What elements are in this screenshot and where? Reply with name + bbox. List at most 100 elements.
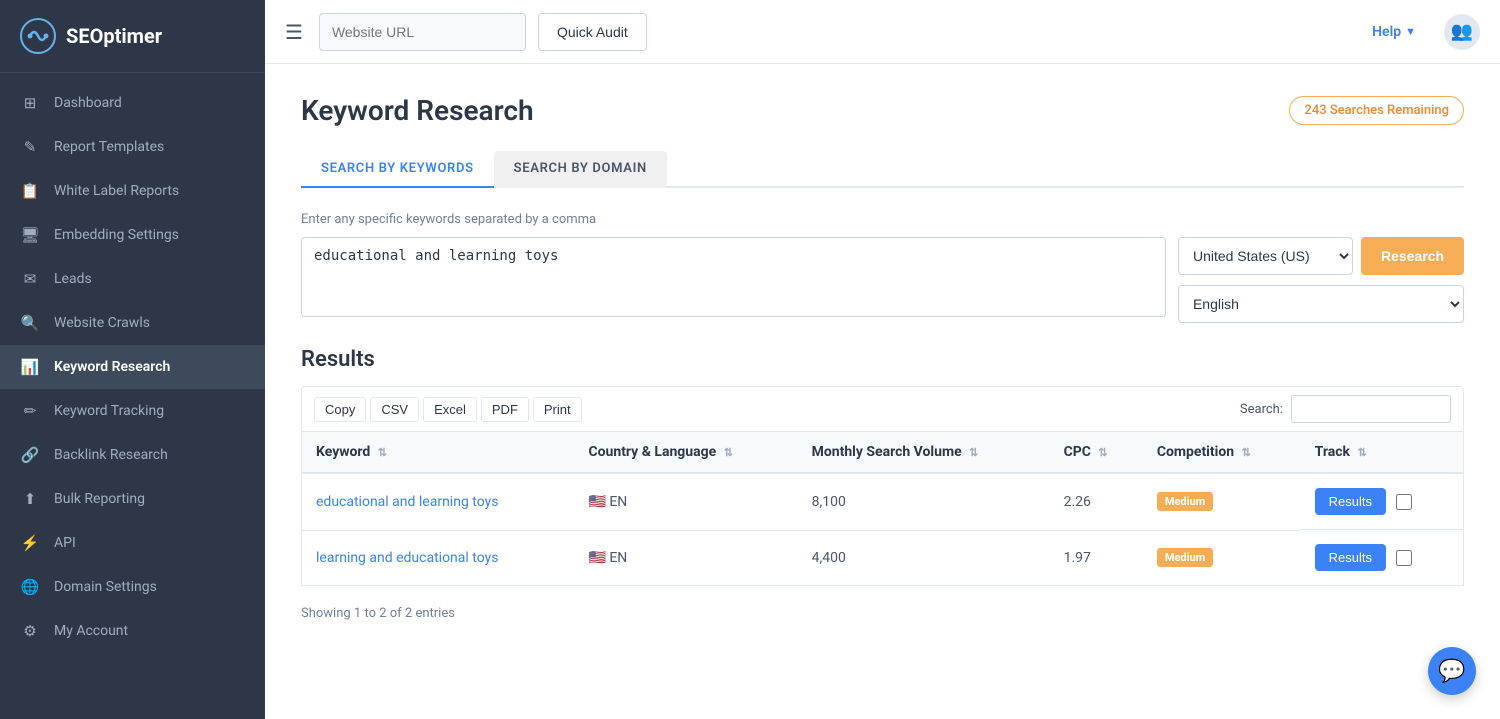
results-button-1[interactable]: Results: [1315, 544, 1386, 571]
csv-button[interactable]: CSV: [370, 397, 419, 422]
col-monthly-search-volume: Monthly Search Volume ⇅: [798, 432, 1050, 474]
sidebar-item-embedding[interactable]: 🖥 Embedding Settings: [0, 213, 265, 257]
excel-button[interactable]: Excel: [423, 397, 477, 422]
sidebar-item-report-templates[interactable]: ✎ Report Templates: [0, 125, 265, 169]
keyword-cell-1: learning and educational toys: [302, 530, 575, 586]
sidebar-item-label-website-crawls: Website Crawls: [54, 315, 150, 331]
results-title: Results: [301, 347, 1464, 372]
country-select[interactable]: United States (US) United Kingdom (UK) A…: [1178, 237, 1353, 275]
sidebar-logo[interactable]: SEOptimer: [0, 0, 265, 73]
results-table: Keyword ⇅ Country & Language ⇅ Monthly S…: [301, 431, 1464, 586]
my-account-icon: ⚙: [20, 621, 40, 641]
bulk-reporting-icon: ⬆: [20, 489, 40, 509]
quick-audit-button[interactable]: Quick Audit: [538, 13, 647, 51]
sidebar-item-leads[interactable]: ✉ Leads: [0, 257, 265, 301]
copy-button[interactable]: Copy: [314, 397, 366, 422]
print-button[interactable]: Print: [533, 397, 582, 422]
cpc-cell-0: 2.26: [1050, 473, 1143, 530]
website-crawls-icon: 🔍: [20, 313, 40, 333]
flag-0: 🇺🇸: [588, 494, 605, 510]
results-toolbar: Copy CSV Excel PDF Print Search:: [301, 386, 1464, 431]
leads-icon: ✉: [20, 269, 40, 289]
table-body: educational and learning toys 🇺🇸 EN 8,10…: [302, 473, 1464, 586]
track-checkbox-0[interactable]: [1396, 494, 1412, 510]
sort-icon-cpc[interactable]: ⇅: [1098, 446, 1107, 459]
sidebar-item-backlink-research[interactable]: 🔗 Backlink Research: [0, 433, 265, 477]
table-search-input[interactable]: [1291, 395, 1451, 423]
flag-1: 🇺🇸: [588, 550, 605, 566]
keywords-textarea[interactable]: [301, 237, 1166, 317]
main-area: ☰ Quick Audit Help ▼ 👥 Keyword Research …: [265, 0, 1500, 719]
avatar-icon: 👥: [1451, 21, 1473, 42]
table-row: learning and educational toys 🇺🇸 EN 4,40…: [302, 530, 1464, 586]
sidebar-item-white-label[interactable]: 📋 White Label Reports: [0, 169, 265, 213]
sidebar-item-label-report-templates: Report Templates: [54, 139, 164, 155]
sort-icon-track[interactable]: ⇅: [1357, 446, 1366, 459]
sidebar-item-api[interactable]: ⚡ API: [0, 521, 265, 565]
sidebar-item-label-keyword-tracking: Keyword Tracking: [54, 403, 164, 419]
track-cell-1: Results: [1301, 530, 1463, 585]
sidebar-item-domain-settings[interactable]: 🌐 Domain Settings: [0, 565, 265, 609]
keyword-research-icon: 📊: [20, 357, 40, 377]
table-header-row: Keyword ⇅ Country & Language ⇅ Monthly S…: [302, 432, 1464, 474]
sidebar-item-label-keyword-research: Keyword Research: [54, 359, 170, 375]
sort-icon-msv[interactable]: ⇅: [969, 446, 978, 459]
help-label: Help: [1372, 24, 1401, 40]
domain-settings-icon: 🌐: [20, 577, 40, 597]
showing-entries-text: Showing 1 to 2 of 2 entries: [301, 598, 1464, 629]
user-avatar[interactable]: 👥: [1444, 14, 1480, 50]
competition-cell-1: Medium: [1143, 530, 1301, 586]
language-select[interactable]: English Spanish French: [1178, 285, 1464, 323]
dashboard-icon: ⊞: [20, 93, 40, 113]
col-country-language: Country & Language ⇅: [574, 432, 797, 474]
help-menu[interactable]: Help ▼: [1372, 24, 1416, 40]
competition-cell-0: Medium: [1143, 473, 1301, 530]
sidebar-item-label-api: API: [54, 535, 76, 551]
search-instruction: Enter any specific keywords separated by…: [301, 212, 1464, 227]
results-button-0[interactable]: Results: [1315, 488, 1386, 515]
sidebar-item-label-bulk-reporting: Bulk Reporting: [54, 491, 145, 507]
sidebar: SEOptimer ⊞ Dashboard ✎ Report Templates…: [0, 0, 265, 719]
white-label-icon: 📋: [20, 181, 40, 201]
sidebar-item-label-white-label: White Label Reports: [54, 183, 179, 199]
sidebar-item-label-dashboard: Dashboard: [54, 95, 122, 111]
hamburger-menu[interactable]: ☰: [285, 20, 303, 44]
url-input[interactable]: [319, 13, 526, 51]
pdf-button[interactable]: PDF: [481, 397, 529, 422]
country-language-cell-1: 🇺🇸 EN: [574, 530, 797, 586]
track-checkbox-1[interactable]: [1396, 550, 1412, 566]
sidebar-navigation: ⊞ Dashboard ✎ Report Templates 📋 White L…: [0, 73, 265, 719]
sidebar-item-bulk-reporting[interactable]: ⬆ Bulk Reporting: [0, 477, 265, 521]
backlink-research-icon: 🔗: [20, 445, 40, 465]
sidebar-item-website-crawls[interactable]: 🔍 Website Crawls: [0, 301, 265, 345]
msv-cell-0: 8,100: [798, 473, 1050, 530]
logo-text: SEOptimer: [66, 24, 162, 48]
table-row: educational and learning toys 🇺🇸 EN 8,10…: [302, 473, 1464, 530]
col-competition: Competition ⇅: [1143, 432, 1301, 474]
chat-bubble[interactable]: 💬: [1428, 647, 1476, 695]
sort-icon-keyword[interactable]: ⇅: [378, 446, 387, 459]
competition-badge-0: Medium: [1157, 492, 1213, 511]
sidebar-item-keyword-research[interactable]: 📊 Keyword Research: [0, 345, 265, 389]
sidebar-item-label-backlink-research: Backlink Research: [54, 447, 168, 463]
report-templates-icon: ✎: [20, 137, 40, 157]
sidebar-item-label-my-account: My Account: [54, 623, 128, 639]
search-row: United States (US) United Kingdom (UK) A…: [301, 237, 1464, 323]
msv-cell-1: 4,400: [798, 530, 1050, 586]
tab-by-keywords[interactable]: SEARCH BY KEYWORDS: [301, 151, 494, 188]
research-button[interactable]: Research: [1361, 237, 1464, 275]
table-search: Search:: [1240, 395, 1451, 423]
tab-by-domain[interactable]: SEARCH BY DOMAIN: [494, 151, 667, 188]
embedding-icon: 🖥: [20, 225, 40, 245]
sort-icon-country[interactable]: ⇅: [724, 446, 733, 459]
sidebar-item-my-account[interactable]: ⚙ My Account: [0, 609, 265, 653]
keyword-cell-0: educational and learning toys: [302, 473, 575, 530]
search-tabs: SEARCH BY KEYWORDS SEARCH BY DOMAIN: [301, 151, 1464, 188]
search-label-inline: Search:: [1240, 402, 1283, 417]
sidebar-item-keyword-tracking[interactable]: ✏ Keyword Tracking: [0, 389, 265, 433]
col-track: Track ⇅: [1301, 432, 1464, 474]
col-cpc: CPC ⇅: [1050, 432, 1143, 474]
sidebar-item-dashboard[interactable]: ⊞ Dashboard: [0, 81, 265, 125]
content-header: Keyword Research 243 Searches Remaining: [301, 94, 1464, 127]
sort-icon-competition[interactable]: ⇅: [1242, 446, 1251, 459]
